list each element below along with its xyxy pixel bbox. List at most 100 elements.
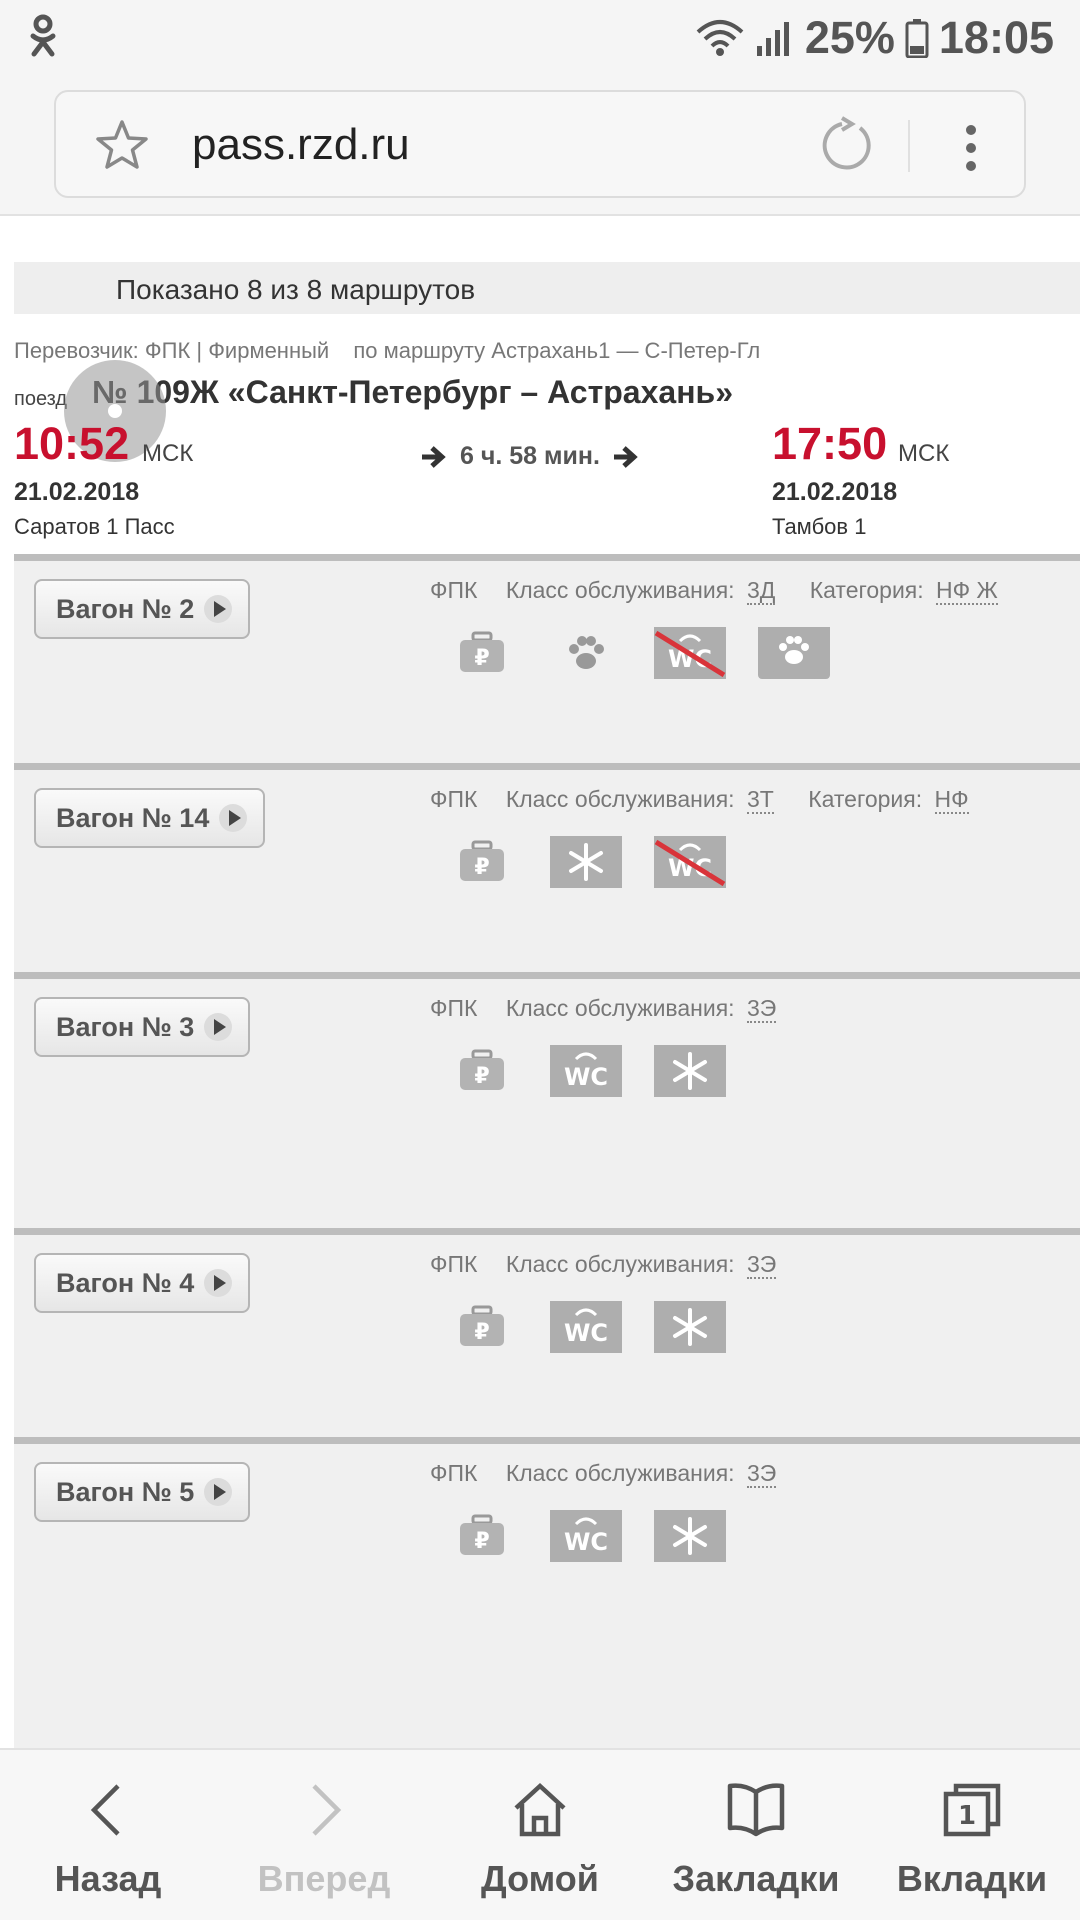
nav-home-label: Домой (481, 1858, 599, 1899)
expand-arrow-icon (204, 595, 233, 623)
nav-home[interactable]: Домой (432, 1750, 648, 1922)
ruble-luggage-icon[interactable]: ₽ (430, 1506, 534, 1566)
wifi-icon (696, 20, 744, 56)
category-label: Категория: (809, 577, 924, 603)
expand-arrow-icon (204, 1013, 233, 1041)
svg-text:WC: WC (668, 645, 712, 673)
arrow-right-icon (422, 445, 446, 468)
wagon-button[interactable]: Вагон № 3 (34, 997, 251, 1057)
ruble-luggage-icon[interactable]: ₽ (430, 623, 534, 683)
tabs-count: 1 (958, 1801, 976, 1831)
nav-tabs[interactable]: 1 Вкладки (864, 1750, 1080, 1922)
signal-icon (756, 22, 789, 56)
trip-duration: 6 ч. 58 мин. (420, 442, 640, 471)
battery-percent: 25% (804, 12, 895, 63)
wagon-category[interactable]: НФ (934, 786, 969, 814)
service-class[interactable]: 3Э (746, 1251, 777, 1279)
bookmark-star-icon[interactable] (94, 118, 150, 174)
results-count: Показано 8 из 8 маршрутов (116, 274, 476, 305)
nav-back[interactable]: Назад (0, 1750, 216, 1922)
odnoklassniki-icon (28, 14, 58, 58)
nav-bookmarks-label: Закладки (672, 1858, 840, 1899)
class-label: Класс обслуживания: (505, 786, 735, 812)
results-summary-bar: Показано 8 из 8 маршрутов (14, 262, 1080, 314)
snowflake-icon[interactable] (638, 1041, 742, 1101)
status-bar: 25% 18:05 (0, 0, 1080, 74)
wagon-card: Вагон № 3 ФПК Класс обслуживания: 3Э ₽ W… (14, 972, 1080, 1228)
snowflake-icon[interactable] (638, 1297, 742, 1357)
route-text: по маршруту Астрахань1 — С-Петер-Гл (353, 338, 761, 363)
svg-text:₽: ₽ (474, 1529, 489, 1554)
address-bar[interactable]: pass.rzd.ru (54, 90, 1026, 198)
departure-time: 10:52 (14, 418, 130, 469)
carrier-text: Перевозчик: ФПК | Фирменный (14, 338, 330, 363)
tabs-icon: 1 (943, 1783, 1001, 1837)
amenity-icons: ₽ WC (430, 832, 742, 892)
arrival-time: 17:50 (772, 418, 888, 469)
snowflake-icon[interactable] (534, 832, 638, 892)
amenity-icons: ₽ WC (430, 1506, 742, 1566)
wc-icon[interactable]: WC (534, 1297, 638, 1357)
nav-forward-label: Вперед (257, 1858, 391, 1899)
ruble-luggage-icon[interactable]: ₽ (430, 832, 534, 892)
class-label: Класс обслуживания: (505, 577, 735, 603)
wagon-label: Вагон № 14 (56, 802, 210, 833)
nav-bookmarks[interactable]: Закладки (648, 1750, 864, 1922)
class-label: Класс обслуживания: (505, 1251, 735, 1277)
departure-station: Саратов 1 Пасс (14, 514, 175, 539)
arrival-date: 21.02.2018 (772, 478, 898, 506)
wc-icon[interactable]: WC (534, 1041, 638, 1101)
wagon-button[interactable]: Вагон № 4 (34, 1253, 251, 1313)
nav-back-label: Назад (54, 1858, 162, 1899)
wagon-button[interactable]: Вагон № 2 (34, 579, 251, 639)
nav-forward[interactable]: Вперед (216, 1750, 432, 1922)
wagon-category[interactable]: НФ Ж (936, 577, 998, 605)
divider (908, 120, 910, 172)
expand-arrow-icon (204, 1269, 233, 1297)
wagon-carrier: ФПК (430, 1251, 478, 1277)
svg-text:WC: WC (564, 1063, 608, 1091)
service-class[interactable]: 3Д (746, 577, 776, 605)
amenity-icons: ₽ WC (430, 623, 846, 683)
nav-tabs-label: Вкладки (896, 1858, 1048, 1899)
wagon-button[interactable]: Вагон № 5 (34, 1462, 251, 1522)
departure-date: 21.02.2018 (14, 478, 140, 506)
wagon-meta: ФПК Класс обслуживания: 3Э (430, 1460, 804, 1488)
ruble-luggage-icon[interactable]: ₽ (430, 1041, 534, 1101)
url-text[interactable]: pass.rzd.ru (192, 120, 410, 170)
departure-timezone: МСК (142, 440, 194, 467)
ruble-luggage-icon[interactable]: ₽ (430, 1297, 534, 1357)
snowflake-icon[interactable] (638, 1506, 742, 1566)
carrier-line: Перевозчик: ФПК | Фирменный по маршруту … (14, 338, 778, 364)
service-class[interactable]: 3Э (746, 995, 777, 1023)
wagon-button[interactable]: Вагон № 14 (34, 788, 266, 848)
amenity-icons: ₽ WC (430, 1041, 742, 1101)
clock: 18:05 (938, 12, 1054, 63)
arrival-timezone: МСК (898, 440, 950, 467)
service-class[interactable]: 3Т (746, 786, 774, 814)
wagon-label: Вагон № 5 (56, 1476, 195, 1507)
no-wc-icon[interactable]: WC (638, 832, 742, 892)
no-wc-icon[interactable]: WC (638, 623, 742, 683)
arrow-right-icon (613, 445, 638, 468)
wagon-list: Вагон № 2 ФПК Класс обслуживания: 3Д Кат… (14, 554, 1080, 1748)
status-indicators: 25% 18:05 (695, 8, 1054, 68)
wagon-card: Вагон № 2 ФПК Класс обслуживания: 3Д Кат… (14, 554, 1080, 763)
wagon-carrier: ФПК (430, 786, 478, 812)
paw-icon[interactable] (534, 623, 638, 683)
wagon-label: Вагон № 2 (56, 593, 195, 624)
pet-car-icon[interactable] (742, 623, 846, 683)
more-menu-icon[interactable] (956, 118, 986, 178)
wc-icon[interactable]: WC (534, 1506, 638, 1566)
duration-text: 6 ч. 58 мин. (460, 442, 600, 470)
svg-text:₽: ₽ (474, 855, 489, 880)
browser-toolbar: pass.rzd.ru (0, 74, 1080, 216)
service-class[interactable]: 3Э (746, 1460, 777, 1488)
class-label: Класс обслуживания: (505, 1460, 735, 1486)
category-label: Категория: (808, 786, 923, 812)
reload-icon[interactable] (818, 116, 878, 176)
page-content: Показано 8 из 8 маршрутов Перевозчик: ФП… (0, 218, 1080, 1748)
train-title[interactable]: № 109Ж «Санкт-Петербург – Астрахань» (92, 374, 733, 411)
chevron-left-icon (90, 1784, 120, 1836)
chevron-right-icon (312, 1784, 342, 1836)
